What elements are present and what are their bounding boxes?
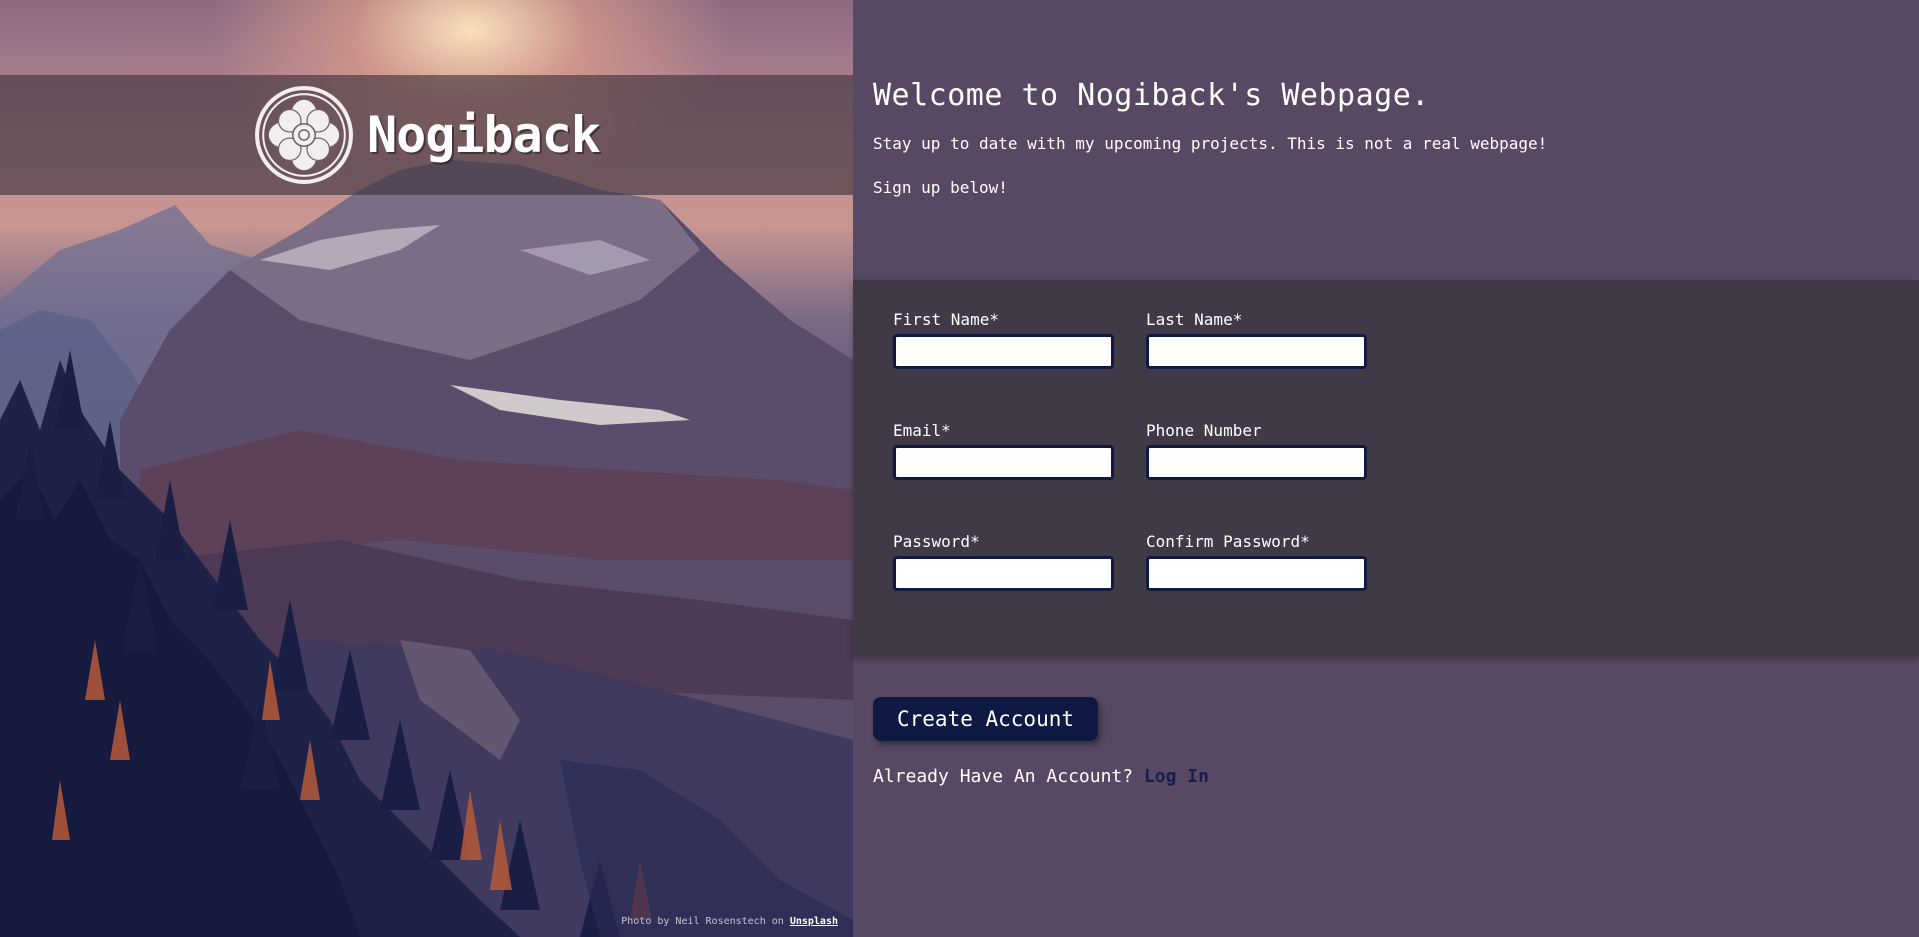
last-name-group: Last Name* [1146,310,1367,369]
confirm-password-group: Confirm Password* [1146,532,1367,591]
signup-form: First Name* Last Name* Email* Phone Numb… [853,280,1919,657]
actions-section: Create Account Already Have An Account? … [853,657,1919,787]
white-lotus-icon [255,86,354,184]
login-prompt-text: Already Have An Account? [873,766,1134,787]
login-prompt-line: Already Have An Account? Log In [873,766,1899,787]
phone-input[interactable] [1146,445,1367,480]
signup-cta: Sign up below! [873,178,1008,197]
password-group: Password* [893,532,1114,591]
name-row: First Name* Last Name* [893,310,1879,369]
phone-group: Phone Number [1146,421,1367,480]
tagline: Stay up to date with my upcoming project… [873,134,1548,153]
email-group: Email* [893,421,1114,480]
login-link[interactable]: Log In [1144,766,1209,787]
confirm-password-input[interactable] [1146,556,1367,591]
password-row: Password* Confirm Password* [893,532,1879,591]
intro-section: Welcome to Nogiback's Webpage. Stay up t… [853,0,1919,280]
password-input[interactable] [893,556,1114,591]
page: Nogiback Photo by Neil Rosenstech on Uns… [0,0,1919,937]
first-name-group: First Name* [893,310,1114,369]
brand-name: Nogiback [367,106,601,164]
last-name-input[interactable] [1146,334,1367,369]
last-name-label: Last Name* [1146,310,1243,329]
first-name-label: First Name* [893,310,999,329]
email-label: Email* [893,421,951,440]
create-account-button[interactable]: Create Account [873,697,1099,741]
photo-credit: Photo by Neil Rosenstech on Unsplash [621,916,838,927]
confirm-password-label: Confirm Password* [1146,532,1310,551]
unsplash-link[interactable]: Unsplash [790,916,838,927]
password-label: Password* [893,532,980,551]
phone-label: Phone Number [1146,421,1262,440]
hero-image: Nogiback Photo by Neil Rosenstech on Uns… [0,0,853,937]
first-name-input[interactable] [893,334,1114,369]
page-title: Welcome to Nogiback's Webpage. [873,78,1430,113]
logo-banner: Nogiback [0,75,853,195]
signup-panel: Welcome to Nogiback's Webpage. Stay up t… [853,0,1919,937]
contact-row: Email* Phone Number [893,421,1879,480]
email-input[interactable] [893,445,1114,480]
photo-credit-text: Photo by Neil Rosenstech on [621,916,784,927]
